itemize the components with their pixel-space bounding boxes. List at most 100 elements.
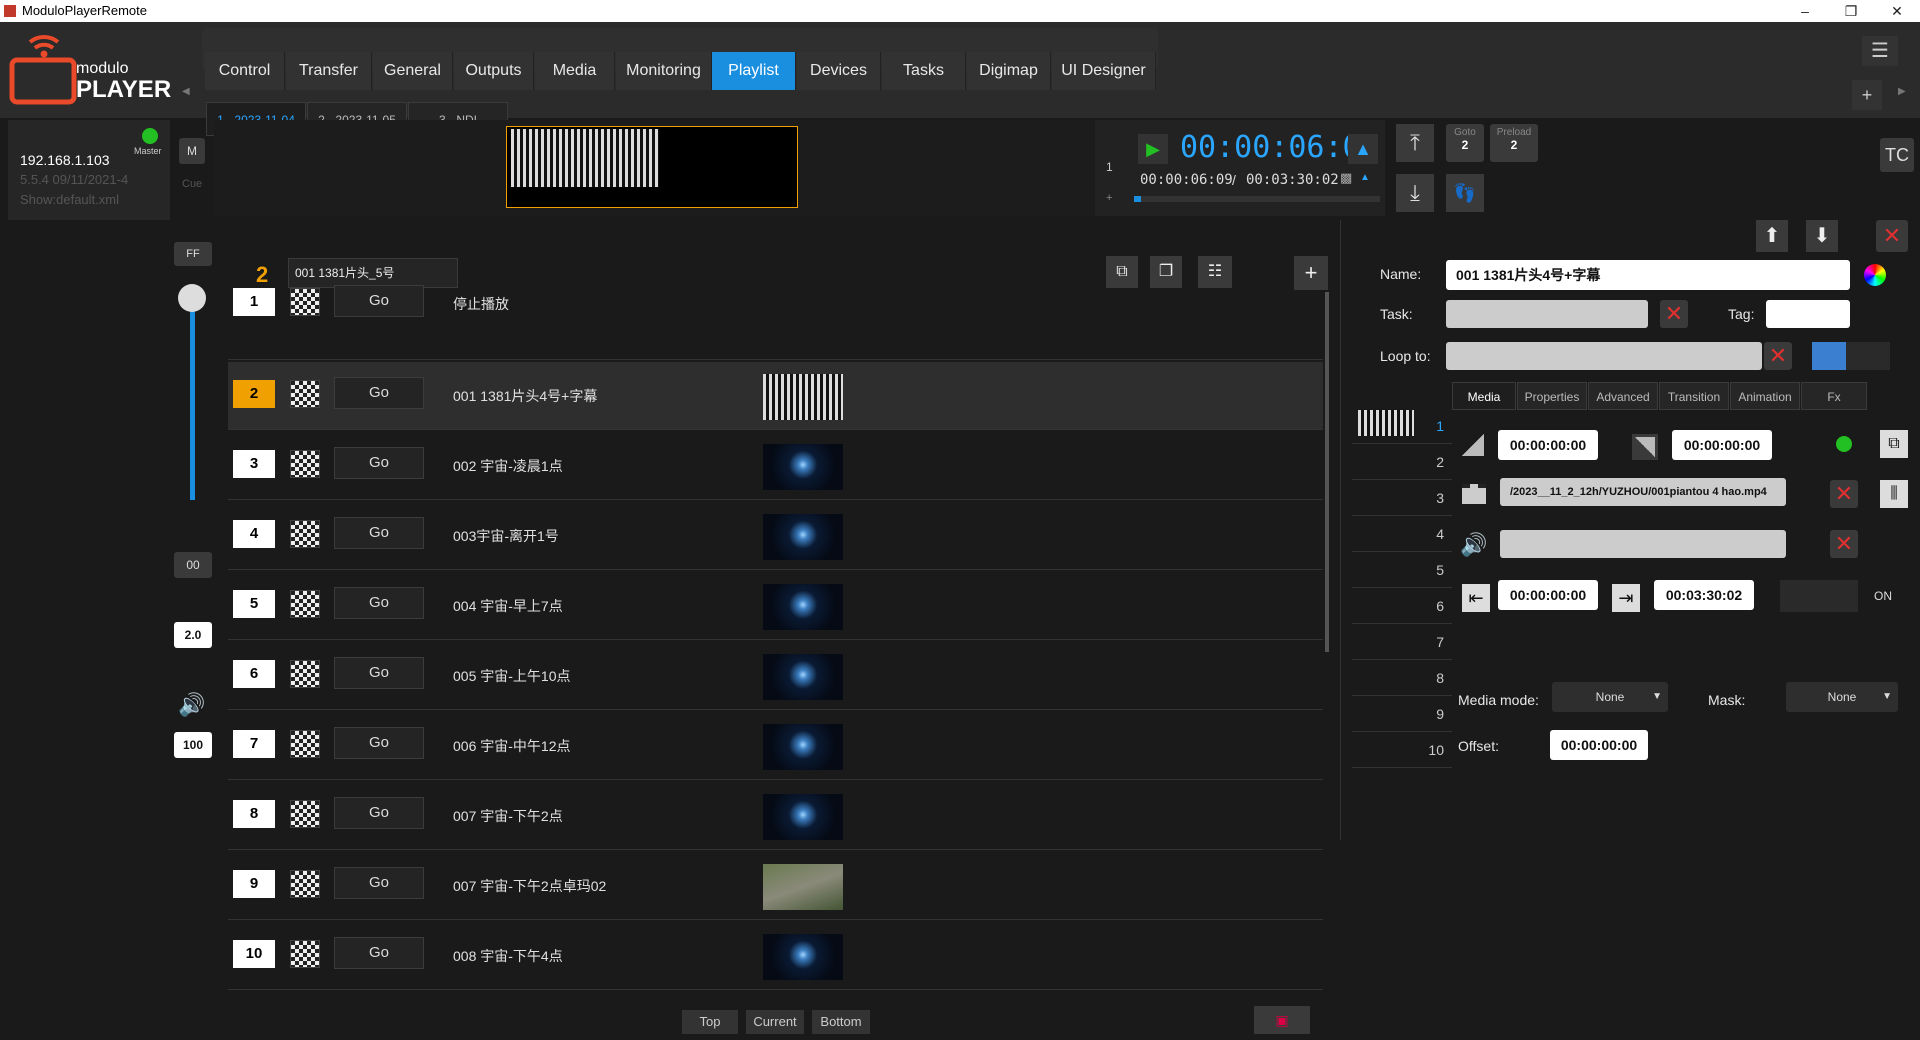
playlist-row[interactable]: 9 Go 007 宇宙-下午2点卓玛02 (228, 852, 1323, 920)
tabs-left-arrow-icon[interactable]: ◀ (182, 86, 190, 97)
insert-media-button[interactable]: ⧉ (1106, 256, 1138, 288)
playlist-row[interactable]: 3 Go 002 宇宙-凌晨1点 (228, 432, 1323, 500)
scroll-current-button[interactable]: Current (746, 1010, 804, 1034)
checkered-flag-icon[interactable] (290, 520, 320, 548)
task-input[interactable] (1446, 300, 1648, 328)
hamburger-menu-icon[interactable]: ☰ (1862, 36, 1898, 66)
list-settings-button[interactable]: ☷ (1198, 256, 1232, 288)
checkered-flag-icon[interactable] (290, 730, 320, 758)
tc-button[interactable]: TC (1880, 138, 1914, 172)
preload-box[interactable]: Preload 2 (1490, 124, 1538, 162)
layer-8[interactable]: 8 (1352, 660, 1452, 696)
checkered-flag-icon[interactable] (290, 870, 320, 898)
layer-3[interactable]: 3 (1352, 480, 1452, 516)
tab-control[interactable]: Control (205, 52, 285, 90)
skip-bottom-button[interactable]: ⤓ (1396, 174, 1434, 212)
checkered-flag-icon[interactable] (290, 800, 320, 828)
checkered-flag-icon[interactable] (290, 940, 320, 968)
tab-outputs[interactable]: Outputs (454, 52, 534, 90)
clear-audio-button[interactable]: ✕ (1830, 530, 1858, 558)
go-button[interactable]: Go (334, 937, 424, 969)
property-tab-advanced[interactable]: Advanced (1588, 382, 1658, 410)
scroll-top-button[interactable]: Top (682, 1010, 738, 1034)
mixer-settings-icon[interactable]: ⫼ (1880, 480, 1908, 508)
playlist-row[interactable]: 10 Go 008 宇宙-下午4点 (228, 922, 1323, 990)
audio-file-input[interactable] (1500, 530, 1786, 558)
layer-6[interactable]: 6 (1352, 588, 1452, 624)
tab-playlist[interactable]: Playlist (712, 52, 796, 90)
move-up-button[interactable]: ⬆ (1756, 220, 1788, 252)
property-tab-animation[interactable]: Animation (1730, 382, 1800, 410)
layer-9[interactable]: 9 (1352, 696, 1452, 732)
mask-select[interactable]: None ▼ (1786, 682, 1898, 712)
go-button[interactable]: Go (334, 447, 424, 479)
goto-box[interactable]: Goto 2 (1446, 124, 1484, 162)
add-cue-button[interactable]: + (1294, 256, 1328, 290)
close-button[interactable]: ✕ (1874, 0, 1920, 22)
name-input[interactable]: 001 1381片头4号+字幕 (1446, 260, 1850, 290)
move-down-button[interactable]: ⬇ (1806, 220, 1838, 252)
property-tab-properties[interactable]: Properties (1517, 382, 1587, 410)
cue-plus[interactable]: + (1106, 192, 1112, 204)
go-button[interactable]: Go (334, 517, 424, 549)
delete-cue-button[interactable]: ✕ (1876, 220, 1908, 252)
checkered-flag-icon[interactable] (290, 660, 320, 688)
list-scrollbar[interactable] (1325, 292, 1329, 652)
playlist-row[interactable]: 1 Go 停止播放 (228, 285, 1323, 360)
media-file-path[interactable]: /2023__11_2_12h/YUZHOU/001piantou 4 hao.… (1500, 478, 1786, 506)
tab-tasks[interactable]: Tasks (882, 52, 966, 90)
offset-time[interactable]: 00:00:00:00 (1550, 730, 1648, 760)
monitor-icon[interactable]: ▣ (1254, 1006, 1310, 1034)
clear-loop-button[interactable]: ✕ (1764, 342, 1792, 370)
tabs-right-arrow-icon[interactable]: ▶ (1898, 86, 1906, 97)
loop-input[interactable] (1446, 342, 1762, 370)
tab-digimap[interactable]: Digimap (967, 52, 1051, 90)
property-tab-fx[interactable]: Fx (1801, 382, 1867, 410)
clear-task-button[interactable]: ✕ (1660, 300, 1688, 328)
fade-out-time[interactable]: 00:00:00:00 (1672, 430, 1772, 460)
tab-devices[interactable]: Devices (797, 52, 881, 90)
tab-general[interactable]: General (373, 52, 453, 90)
fader-top-value[interactable]: 00 (174, 552, 212, 578)
clear-media-button[interactable]: ✕ (1830, 480, 1858, 508)
maximize-button[interactable]: ❐ (1828, 0, 1874, 22)
tab-media[interactable]: Media (535, 52, 615, 90)
color-wheel-icon[interactable] (1864, 264, 1886, 286)
checkered-flag-icon[interactable] (290, 590, 320, 618)
add-playlist-button[interactable]: + (1852, 80, 1882, 110)
go-button[interactable]: Go (334, 587, 424, 619)
play-button[interactable]: ▶ (1138, 134, 1168, 164)
playlist-row[interactable]: 8 Go 007 宇宙-下午2点 (228, 782, 1323, 850)
playlist-row[interactable]: 5 Go 004 宇宙-早上7点 (228, 572, 1323, 640)
speed-value[interactable]: 2.0 (174, 622, 212, 648)
direction-button[interactable]: ▲ (1348, 134, 1378, 164)
checkered-flag-icon[interactable] (290, 450, 320, 478)
go-button[interactable]: Go (334, 867, 424, 899)
playlist-row[interactable]: 4 Go 003宇宙-离开1号 (228, 502, 1323, 570)
out-point-time[interactable]: 00:03:30:02 (1654, 580, 1754, 610)
m-button[interactable]: M (179, 138, 205, 164)
tab-transfer[interactable]: Transfer (286, 52, 372, 90)
skip-top-button[interactable]: ⤒ (1396, 124, 1434, 162)
playlist-row[interactable]: 7 Go 006 宇宙-中午12点 (228, 712, 1323, 780)
volume-value[interactable]: 100 (174, 732, 212, 758)
progress-bar[interactable] (1134, 196, 1380, 202)
copy-button[interactable]: ❐ (1150, 256, 1182, 288)
playlist-row[interactable]: 2 Go 001 1381片头4号+字幕 (228, 362, 1323, 430)
scroll-bottom-button[interactable]: Bottom (812, 1010, 870, 1034)
fade-in-time[interactable]: 00:00:00:00 (1498, 430, 1598, 460)
on-toggle[interactable] (1780, 580, 1858, 612)
footsteps-icon[interactable]: 👣 (1446, 174, 1484, 212)
layer-4[interactable]: 4 (1352, 516, 1452, 552)
replace-media-button[interactable]: ⧉ (1880, 430, 1908, 458)
tab-ui-designer[interactable]: UI Designer (1052, 52, 1156, 90)
go-button[interactable]: Go (334, 377, 424, 409)
layer-2[interactable]: 2 (1352, 444, 1452, 480)
tab-monitoring[interactable]: Monitoring (616, 52, 712, 90)
media-mode-select[interactable]: None ▼ (1552, 682, 1668, 712)
layer-5[interactable]: 5 (1352, 552, 1452, 588)
minimize-button[interactable]: – (1782, 0, 1828, 22)
in-point-time[interactable]: 00:00:00:00 (1498, 580, 1598, 610)
ff-button[interactable]: FF (174, 242, 212, 266)
layer-7[interactable]: 7 (1352, 624, 1452, 660)
